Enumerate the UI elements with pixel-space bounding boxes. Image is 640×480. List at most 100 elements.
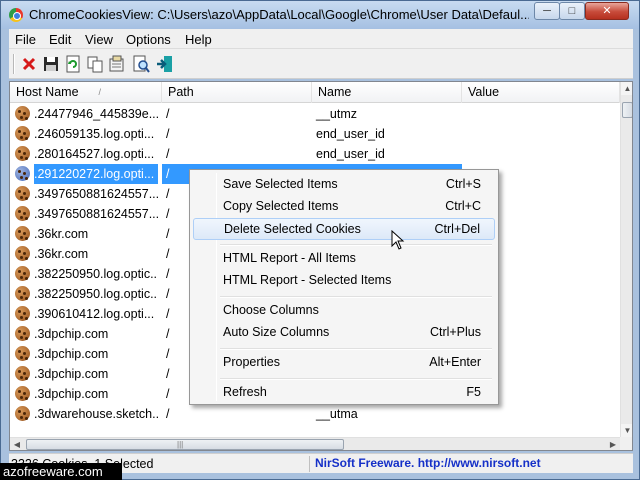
menu-item-save-selected-items[interactable]: Save Selected Items Ctrl+S — [193, 174, 495, 196]
menu-separator — [220, 296, 492, 298]
host-name-text: .280164527.log.opti... — [34, 147, 155, 161]
menu-file[interactable]: File — [15, 32, 36, 47]
path-cell: / — [166, 407, 170, 421]
menu-item-shortcut: Ctrl+S — [445, 177, 481, 191]
cookie-icon — [15, 306, 30, 321]
find-icon[interactable] — [131, 54, 151, 74]
mouse-cursor-icon — [391, 230, 405, 250]
host-name-text: .36kr.com — [34, 227, 89, 241]
nirsoft-link[interactable]: NirSoft Freeware. http://www.nirsoft.net — [315, 456, 541, 470]
host-name-text: .291220272.log.opti... — [34, 164, 158, 184]
name-cell: __utmz — [316, 107, 357, 121]
copy-icon[interactable] — [85, 54, 105, 74]
menu-item-properties[interactable]: Properties Alt+Enter — [193, 352, 495, 374]
path-cell: / — [166, 107, 170, 121]
properties-icon[interactable] — [107, 54, 127, 74]
host-name-text: .36kr.com — [34, 247, 89, 261]
host-cell: .36kr.com — [10, 224, 162, 244]
host-cell: .3dpchip.com — [10, 384, 162, 404]
refresh-icon[interactable] — [63, 54, 83, 74]
host-cell: .36kr.com — [10, 244, 162, 264]
delete-icon[interactable] — [19, 54, 39, 74]
menu-item-label: HTML Report - All Items — [223, 251, 356, 265]
menu-item-refresh[interactable]: Refresh F5 — [193, 382, 495, 404]
menu-view[interactable]: View — [85, 32, 113, 47]
scroll-left-icon[interactable]: ◀ — [10, 438, 24, 450]
menu-separator — [220, 244, 492, 246]
host-cell: .291220272.log.opti... — [10, 164, 162, 184]
menu-item-html-report-selected-items[interactable]: HTML Report - Selected Items — [193, 270, 495, 292]
exit-icon[interactable] — [155, 54, 175, 74]
host-name-text: .3dpchip.com — [34, 327, 109, 341]
close-button[interactable]: ✕ — [585, 2, 629, 20]
menu-item-label: Refresh — [223, 385, 267, 399]
host-cell: .24477946_445839e... — [10, 104, 162, 124]
menu-bar: File Edit View Options Help — [9, 29, 633, 49]
table-row[interactable]: .280164527.log.opti... / end_user_id — [10, 144, 620, 164]
host-name-text: .382250950.log.optic... — [34, 287, 158, 301]
name-cell: __utma — [316, 407, 358, 421]
host-cell: .3dpchip.com — [10, 364, 162, 384]
column-path-label: Path — [168, 85, 194, 99]
menu-item-auto-size-columns[interactable]: Auto Size Columns Ctrl+Plus — [193, 322, 495, 344]
menu-item-shortcut: Ctrl+C — [445, 199, 481, 213]
window-title: ChromeCookiesView: C:\Users\azo\AppData\… — [29, 7, 529, 22]
menu-item-delete-selected-cookies[interactable]: Delete Selected Cookies Ctrl+Del — [193, 218, 495, 240]
column-name[interactable]: Name — [312, 82, 462, 103]
column-value[interactable]: Value — [462, 82, 620, 103]
cookie-icon — [15, 346, 30, 361]
menu-item-copy-selected-items[interactable]: Copy Selected Items Ctrl+C — [193, 196, 495, 218]
vertical-scroll-thumb[interactable] — [622, 102, 632, 118]
scroll-corner — [620, 437, 632, 450]
cookie-icon — [15, 146, 30, 161]
host-name-text: .3497650881624557... — [34, 207, 158, 221]
scroll-down-icon[interactable]: ▼ — [621, 424, 632, 437]
host-name-text: .3dpchip.com — [34, 347, 109, 361]
save-icon[interactable] — [41, 54, 61, 74]
cookie-icon — [15, 286, 30, 301]
menu-item-choose-columns[interactable]: Choose Columns — [193, 300, 495, 322]
menu-options[interactable]: Options — [126, 32, 171, 47]
table-row[interactable]: .24477946_445839e... / __utmz — [10, 104, 620, 124]
cookie-icon — [15, 386, 30, 401]
host-name-text: .3497650881624557... — [34, 187, 158, 201]
scroll-right-icon[interactable]: ▶ — [606, 438, 620, 450]
cookie-icon — [15, 266, 30, 281]
column-value-label: Value — [468, 85, 500, 99]
table-row[interactable]: .3dwarehouse.sketch... / __utma — [10, 404, 620, 424]
menu-item-shortcut: Ctrl+Del — [434, 222, 481, 236]
maximize-button[interactable]: □ — [559, 2, 585, 20]
scroll-grip-icon: ||| — [177, 440, 184, 449]
table-row[interactable]: .246059135.log.opti... / end_user_id — [10, 124, 620, 144]
host-cell: .382250950.log.optic... — [10, 284, 162, 304]
menu-help[interactable]: Help — [185, 32, 212, 47]
horizontal-scroll-thumb[interactable]: ||| — [26, 439, 344, 450]
host-cell: .3dpchip.com — [10, 324, 162, 344]
column-host-name-label: Host Name — [16, 85, 79, 99]
cookie-icon — [15, 166, 30, 181]
host-cell: .3dpchip.com — [10, 344, 162, 364]
host-cell: .246059135.log.opti... — [10, 124, 162, 144]
scroll-up-icon[interactable]: ▲ — [621, 82, 632, 95]
cookie-icon — [15, 366, 30, 381]
toolbar — [9, 49, 633, 79]
status-divider — [309, 456, 310, 472]
title-bar[interactable]: ChromeCookiesView: C:\Users\azo\AppData\… — [1, 1, 639, 29]
minimize-button[interactable]: ─ — [534, 2, 560, 20]
menu-item-html-report-all-items[interactable]: HTML Report - All Items — [193, 248, 495, 270]
menu-item-shortcut: Ctrl+Plus — [429, 325, 481, 339]
menu-item-shortcut: F5 — [466, 385, 481, 399]
column-path[interactable]: Path — [162, 82, 312, 103]
host-name-text: .390610412.log.opti... — [34, 307, 155, 321]
menu-edit[interactable]: Edit — [49, 32, 71, 47]
cookie-icon — [15, 206, 30, 221]
host-cell: .390610412.log.opti... — [10, 304, 162, 324]
horizontal-scrollbar[interactable]: ◀ ||| ▶ — [10, 437, 620, 450]
host-name-text: .3dwarehouse.sketch... — [34, 407, 158, 421]
chrome-app-icon — [9, 8, 23, 22]
vertical-scrollbar[interactable]: ▲ ▼ — [620, 82, 632, 437]
column-host-name[interactable]: Host Name / — [10, 82, 162, 103]
cookie-icon — [15, 226, 30, 241]
path-cell: / — [166, 147, 170, 161]
host-name-text: .24477946_445839e... — [34, 107, 158, 121]
